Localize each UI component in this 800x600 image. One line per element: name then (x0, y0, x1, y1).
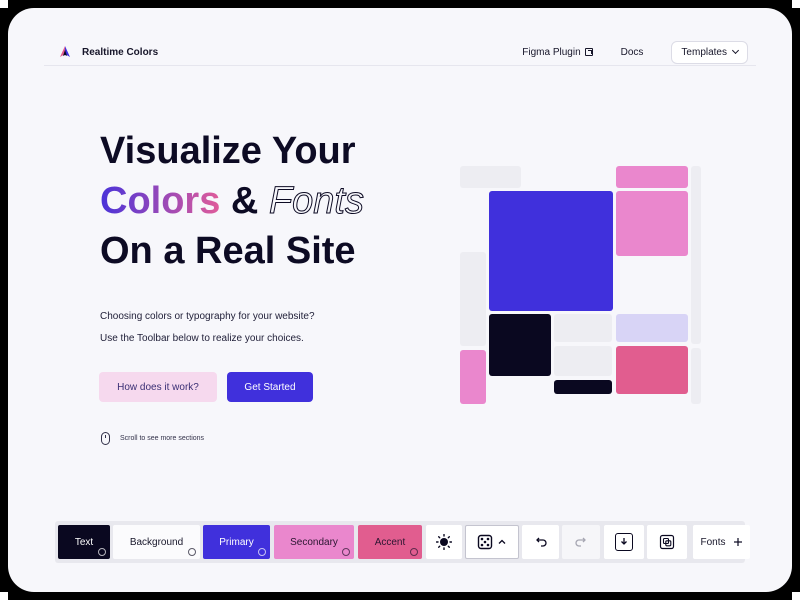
check-icon (410, 548, 418, 556)
sun-icon (436, 534, 452, 550)
accent-color-swatch[interactable]: Accent (358, 525, 422, 559)
templates-dropdown[interactable]: Templates (671, 40, 748, 64)
mosaic-block (616, 166, 688, 188)
hero-para-2: Use the Toolbar below to realize your ch… (100, 333, 304, 344)
mosaic-block (616, 314, 688, 342)
check-icon (188, 548, 196, 556)
scroll-hint-text: Scroll to see more sections (120, 435, 205, 442)
mosaic-block-accent (616, 346, 688, 394)
mosaic-block-text (489, 314, 551, 376)
docs-label: Docs (620, 46, 644, 58)
frame-corner (0, 0, 8, 8)
external-link-icon (584, 48, 593, 56)
undo-button[interactable] (522, 525, 559, 559)
figma-plugin-link[interactable]: Figma Plugin (522, 46, 593, 58)
fonts-button[interactable]: Fonts (693, 525, 750, 559)
mosaic-block (691, 166, 701, 344)
text-swatch-label: Text (74, 536, 94, 548)
mosaic-block (460, 166, 521, 188)
hero-para-1: Choosing colors or typography for your w… (100, 311, 315, 322)
secondary-color-swatch[interactable]: Secondary (274, 525, 354, 559)
hero-line-1: Visualize Your (100, 130, 356, 172)
docs-link[interactable]: Docs (621, 47, 644, 58)
frame-corner (792, 0, 800, 8)
text-color-swatch[interactable]: Text (58, 525, 110, 559)
mosaic-block (554, 380, 612, 394)
hero-line-2: Colors & Fonts (100, 176, 364, 226)
chevron-down-icon (731, 46, 740, 55)
colors-word: Colors (100, 180, 221, 222)
ampersand: & (230, 180, 259, 222)
undo-icon (535, 537, 547, 547)
top-navbar: Realtime Colors Figma Plugin Docs Templa… (44, 38, 756, 66)
copy-button[interactable] (647, 525, 687, 559)
logo-icon[interactable] (58, 45, 72, 59)
nav-links: Figma Plugin Docs Templates (522, 40, 756, 64)
primary-color-swatch[interactable]: Primary (203, 525, 270, 559)
export-button[interactable] (604, 525, 644, 559)
background-color-swatch[interactable]: Background (113, 525, 200, 559)
frame-corner (0, 592, 8, 600)
mosaic-block (460, 252, 486, 346)
check-icon (258, 548, 266, 556)
redo-button[interactable] (562, 525, 600, 559)
copy-icon (659, 534, 675, 550)
background-swatch-label: Background (129, 536, 184, 548)
app-window: Realtime Colors Figma Plugin Docs Templa… (8, 8, 792, 592)
fonts-word: Fonts (268, 180, 364, 223)
theme-toggle-button[interactable] (426, 525, 462, 559)
plus-icon (733, 538, 742, 546)
accent-swatch-label: Accent (374, 536, 406, 548)
get-started-button[interactable]: Get Started (227, 372, 313, 402)
fonts-label: Fonts (700, 536, 726, 548)
hero-description: Choosing colors or typography for your w… (100, 306, 315, 350)
figma-plugin-label: Figma Plugin (522, 46, 581, 58)
mosaic-block (691, 348, 701, 404)
mosaic-block (616, 191, 688, 256)
check-icon (342, 548, 350, 556)
randomize-button[interactable] (465, 525, 519, 559)
color-toolbar: Text Background Primary Secondary Accent (55, 521, 750, 563)
templates-label: Templates (681, 46, 727, 58)
hero-heading: Visualize Your Colors & Fonts On a Real … (100, 126, 364, 276)
mosaic-block (554, 314, 612, 342)
mosaic-block (554, 346, 612, 376)
mosaic-block-primary (489, 191, 613, 311)
header-divider (44, 65, 756, 66)
mosaic-block (460, 350, 486, 404)
check-icon (98, 548, 106, 556)
download-icon (615, 533, 633, 551)
brand-name[interactable]: Realtime Colors (82, 47, 158, 58)
dice-icon (477, 534, 493, 550)
hero-line-3: On a Real Site (100, 230, 356, 272)
scroll-hint: Scroll to see more sections (101, 432, 204, 445)
how-does-it-work-button[interactable]: How does it work? (99, 372, 217, 402)
mouse-icon (101, 432, 110, 445)
frame-corner (792, 592, 800, 600)
redo-icon (575, 537, 586, 547)
secondary-swatch-label: Secondary (290, 536, 338, 548)
chevron-up-icon[interactable] (497, 537, 507, 547)
primary-swatch-label: Primary (219, 536, 254, 548)
